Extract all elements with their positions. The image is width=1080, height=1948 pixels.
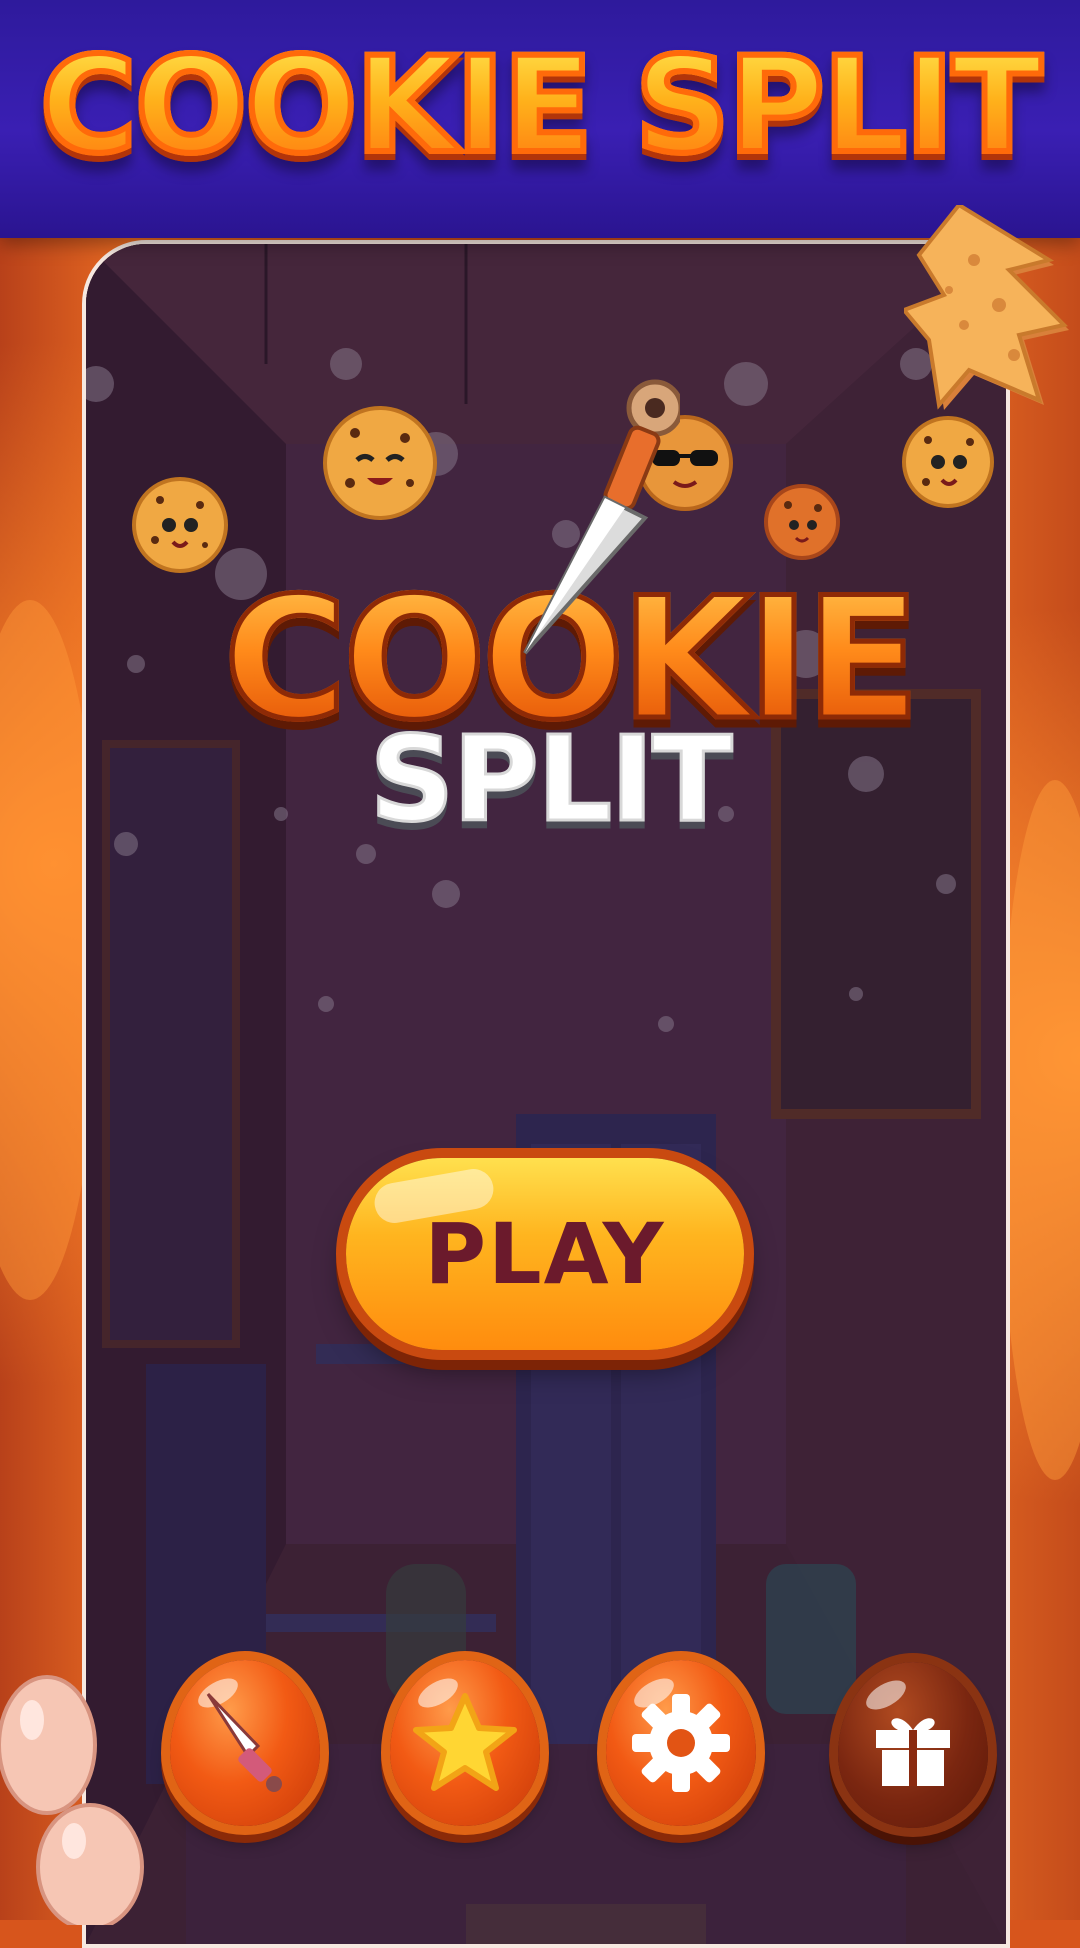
play-button-label: PLAY <box>424 1205 666 1303</box>
knife-icon <box>523 379 680 655</box>
cookie-character-icon <box>902 416 994 508</box>
title-banner: COOKIE SPLIT <box>0 0 1080 238</box>
gift-icon <box>876 1718 950 1786</box>
logo-subtitle: SPLIT <box>368 710 734 848</box>
cookie-character-icon <box>323 406 437 520</box>
egg-decoration <box>36 1803 144 1925</box>
gear-icon <box>632 1694 730 1792</box>
cracker-decoration <box>904 205 1069 410</box>
play-button[interactable]: PLAY <box>346 1158 744 1350</box>
knife-icon <box>206 1692 282 1792</box>
banner-title: COOKIE SPLIT <box>0 37 1080 175</box>
star-icon <box>413 1693 517 1791</box>
cookie-character-icon <box>132 477 228 573</box>
cookie-character-icon <box>764 484 840 560</box>
